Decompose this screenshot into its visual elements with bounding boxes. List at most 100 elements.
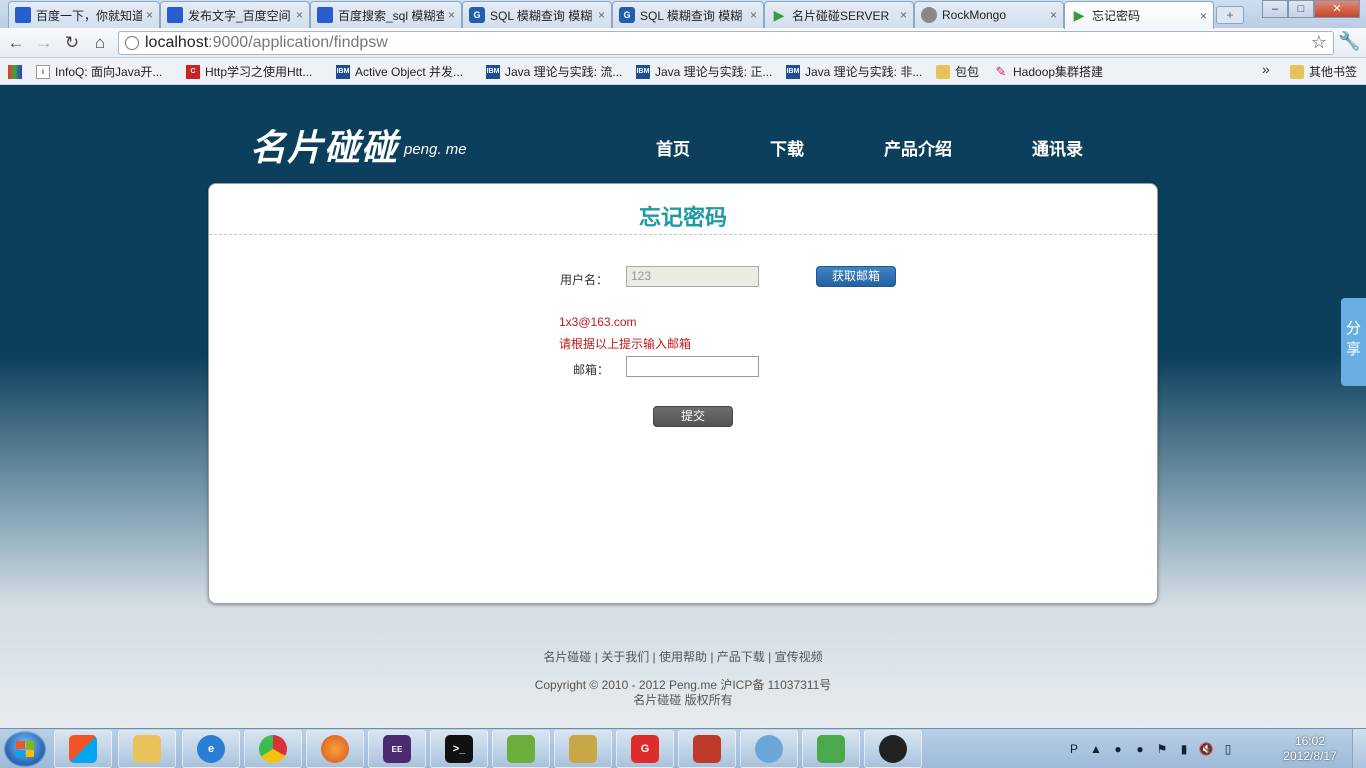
folder-icon — [1290, 64, 1304, 79]
tab-sql-query-1[interactable]: G SQL 模糊查询 模糊 × — [462, 1, 612, 28]
tab-close-icon[interactable]: × — [448, 8, 455, 22]
google-apps-icon — [8, 64, 22, 79]
nav-home[interactable]: 首页 — [656, 135, 690, 160]
tab-label: 百度搜索_sql 模糊查询 — [338, 8, 444, 23]
new-tab-button[interactable]: + — [1216, 6, 1244, 24]
tab-label: 百度一下，你就知道 — [36, 8, 142, 23]
bookmark-other[interactable]: 其他书签 — [1290, 62, 1357, 81]
taskbar-qq[interactable] — [864, 730, 922, 768]
taskbar-file-manager[interactable] — [118, 730, 176, 768]
bookmark-label: Hadoop集群搭建 — [1013, 65, 1104, 79]
tab-label: 名片碰碰SERVER — [792, 8, 890, 23]
url-path: :9000/application/findpsw — [208, 34, 388, 51]
taskbar-tools[interactable] — [554, 730, 612, 768]
back-button[interactable]: ← — [4, 31, 28, 55]
bookmark-java-2[interactable]: IBM Java 理论与实践: 正... — [636, 62, 772, 81]
taskbar-toolbox[interactable] — [678, 730, 736, 768]
taskbar-search-tool[interactable] — [740, 730, 798, 768]
tab-baidu-space[interactable]: 🐾 发布文字_百度空间 × — [160, 1, 310, 28]
email-input[interactable] — [626, 356, 759, 377]
reload-button[interactable]: ↻ — [60, 31, 84, 55]
flag-icon[interactable]: ⚑ — [1154, 741, 1170, 757]
taskbar-messenger[interactable] — [802, 730, 860, 768]
taskbar-ie[interactable]: e — [182, 730, 240, 768]
submit-button[interactable]: 提交 — [653, 406, 733, 427]
qq-tray-icon[interactable]: ● — [1132, 741, 1148, 757]
bookmark-http[interactable]: C Http学习之使用Htt... — [186, 62, 312, 81]
site-logo[interactable]: 名片碰碰 — [250, 119, 398, 171]
tab-label: 忘记密码 — [1092, 9, 1141, 23]
address-url[interactable]: localhost:9000/application/findpsw — [145, 34, 388, 52]
tab-label: SQL 模糊查询 模糊 — [490, 8, 593, 23]
volume-muted-icon[interactable]: 🔇 — [1198, 741, 1214, 757]
bookmarks-more-button[interactable]: » — [1262, 61, 1270, 77]
address-bar[interactable]: localhost:9000/application/findpsw ☆ — [118, 31, 1334, 55]
bookmark-active-object[interactable]: IBM Active Object 并发... — [336, 62, 463, 81]
nav-product[interactable]: 产品介绍 — [884, 135, 952, 160]
tab-sql-query-2[interactable]: G SQL 模糊查询 模糊 × — [612, 1, 764, 28]
network-signal-icon[interactable]: ▮ — [1176, 741, 1192, 757]
magnifier-icon — [755, 735, 783, 763]
bookmark-star-icon[interactable]: ☆ — [1311, 32, 1327, 53]
taskbar-editor[interactable] — [492, 730, 550, 768]
taskbar-chrome[interactable] — [244, 730, 302, 768]
window-close-button[interactable]: ✕ — [1314, 0, 1360, 18]
infoq-icon: i — [36, 64, 50, 79]
bookmark-label: Java 理论与实践: 流... — [505, 65, 623, 79]
forward-button[interactable]: → — [32, 31, 56, 55]
minimize-button[interactable]: – — [1262, 0, 1288, 18]
get-email-button[interactable]: 获取邮箱 — [816, 266, 896, 287]
g-icon: G — [469, 7, 485, 23]
bookmark-infoq[interactable]: i InfoQ: 面向Java开... — [36, 62, 162, 81]
tab-baidu-search[interactable]: 🐾 百度搜索_sql 模糊查询 × — [310, 1, 462, 28]
bookmark-label: Java 理论与实践: 非... — [805, 65, 923, 79]
ie-icon: e — [197, 735, 225, 763]
tab-close-icon[interactable]: × — [1050, 8, 1057, 22]
tab-close-icon[interactable]: × — [1200, 9, 1207, 23]
tab-label: 发布文字_百度空间 — [188, 8, 291, 23]
tab-close-icon[interactable]: × — [900, 8, 907, 22]
power-icon[interactable]: ▯ — [1220, 741, 1236, 757]
username-input[interactable]: 123 — [626, 266, 759, 287]
email-label: 邮箱： — [573, 363, 610, 377]
taskbar-flashget[interactable]: G — [616, 730, 674, 768]
bookmark-label: Java 理论与实践: 正... — [655, 65, 773, 79]
rights-text: 名片碰碰 版权所有 — [633, 693, 733, 707]
start-button[interactable] — [4, 731, 46, 767]
taskbar-clock[interactable]: 16:02 2012/8/17 — [1280, 734, 1340, 764]
tab-rockmongo[interactable]: RockMongo × — [914, 1, 1064, 28]
play-icon: ▶ — [1073, 7, 1085, 23]
tab-close-icon[interactable]: × — [146, 8, 153, 22]
bookmark-folder-baobao[interactable]: 包包 — [936, 62, 979, 81]
tab-close-icon[interactable]: × — [296, 8, 303, 22]
footer-links[interactable]: 名片碰碰 | 关于我们 | 使用帮助 | 产品下载 | 宣传视频 — [0, 648, 1366, 665]
bookmark-hadoop[interactable]: ✎ Hadoop集群搭建 — [994, 62, 1104, 81]
tray-arrow-icon[interactable]: ▲ — [1088, 741, 1104, 757]
taskbar-java-ee-ide[interactable]: EE — [368, 730, 426, 768]
tab-baidu-home[interactable]: 🐾 百度一下，你就知道 × — [8, 1, 160, 28]
taskbar-firefox[interactable] — [306, 730, 364, 768]
bookmark-label: Http学习之使用Htt... — [205, 65, 313, 79]
bookmark-java-3[interactable]: IBM Java 理论与实践: 非... — [786, 62, 922, 81]
show-desktop-button[interactable] — [1352, 729, 1366, 768]
share-tab[interactable]: 分享 — [1341, 298, 1366, 386]
taskbar-app-tiles[interactable] — [54, 730, 112, 768]
ibm-icon: IBM — [336, 64, 350, 79]
taskbar-terminal[interactable]: >_ — [430, 730, 488, 768]
nav-download[interactable]: 下载 — [770, 135, 804, 160]
wrench-icon[interactable]: 🔧 — [1338, 31, 1360, 52]
home-button[interactable]: ⌂ — [88, 31, 112, 55]
tab-forgot-password[interactable]: ▶ 忘记密码 × — [1064, 1, 1214, 29]
baidu-icon: 🐾 — [167, 7, 183, 23]
bookmark-java-1[interactable]: IBM Java 理论与实践: 流... — [486, 62, 622, 81]
tab-close-icon[interactable]: × — [750, 8, 757, 22]
tab-strip: 🐾 百度一下，你就知道 × 🐾 发布文字_百度空间 × 🐾 百度搜索_sql 模… — [0, 0, 1366, 29]
g-icon: G — [619, 7, 635, 23]
tab-close-icon[interactable]: × — [598, 8, 605, 22]
tab-server[interactable]: ▶ 名片碰碰SERVER × — [764, 1, 914, 28]
input-method-icon[interactable]: P — [1066, 741, 1082, 757]
bookmark-apps[interactable] — [8, 62, 27, 81]
maximize-button[interactable]: □ — [1288, 0, 1314, 18]
flashget-tray-icon[interactable]: ● — [1110, 741, 1126, 757]
nav-contacts[interactable]: 通讯录 — [1032, 135, 1083, 160]
